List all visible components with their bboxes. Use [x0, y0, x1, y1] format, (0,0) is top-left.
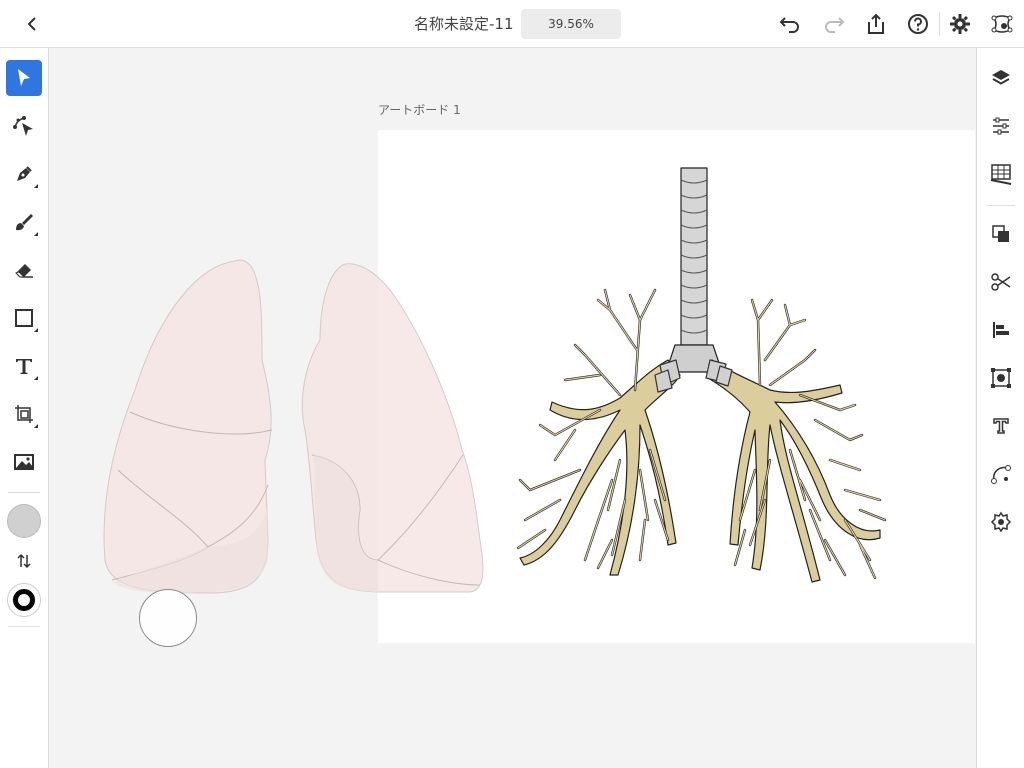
- preview-button[interactable]: [990, 12, 1014, 36]
- toolbar-divider: [987, 205, 1015, 206]
- toolbar-divider: [8, 492, 40, 493]
- shape-tool[interactable]: [6, 300, 42, 336]
- pen-tool[interactable]: [6, 156, 42, 192]
- redo-button[interactable]: [822, 12, 846, 36]
- redo-icon: [825, 17, 845, 33]
- submenu-indicator: [34, 424, 38, 428]
- grid-ruler-icon: [990, 164, 1012, 185]
- gear-icon: [950, 14, 970, 34]
- transform-tool[interactable]: [6, 396, 42, 432]
- left-toolbar: [0, 48, 49, 768]
- pen-nib-icon: [17, 166, 32, 181]
- submenu-indicator: [34, 376, 38, 380]
- undo-button[interactable]: [778, 12, 802, 36]
- eraser-tool[interactable]: [6, 252, 42, 288]
- eraser-icon: [15, 264, 33, 278]
- layers-button[interactable]: [989, 66, 1013, 90]
- right-main-bronchus[interactable]: [707, 359, 881, 583]
- repeat-grid-icon: [991, 368, 1011, 388]
- type-panel-icon: [993, 418, 1009, 434]
- path-button[interactable]: [989, 462, 1013, 486]
- touch-cursor-indicator: [139, 589, 197, 647]
- right-toolbar: [976, 48, 1024, 768]
- rectangle-icon: [15, 309, 33, 327]
- boolean-combine-icon: [992, 225, 1009, 242]
- stroke-ring-icon: [13, 589, 35, 611]
- fill-color-swatch[interactable]: [7, 504, 41, 538]
- image-icon: [14, 454, 34, 470]
- repeat-grid-button[interactable]: [989, 366, 1013, 390]
- share-icon: [868, 13, 884, 34]
- properties-button[interactable]: [989, 114, 1013, 138]
- text-tool[interactable]: [6, 348, 42, 384]
- toolbar-divider: [939, 12, 940, 36]
- type-panel-button[interactable]: [989, 414, 1013, 438]
- scissors-icon: [991, 273, 1011, 291]
- stroke-color-swatch[interactable]: [7, 583, 41, 617]
- submenu-indicator: [34, 232, 38, 236]
- layers-icon: [992, 70, 1010, 85]
- help-button[interactable]: [906, 12, 930, 36]
- type-t-icon: [16, 359, 32, 374]
- undo-icon: [779, 17, 799, 33]
- grid-button[interactable]: [989, 162, 1013, 186]
- help-icon: [908, 14, 928, 34]
- node-select-icon: [13, 116, 33, 136]
- image-tool[interactable]: [6, 444, 42, 480]
- align-button[interactable]: [989, 318, 1013, 342]
- swap-arrows-icon: [17, 553, 31, 569]
- canvas-artwork[interactable]: [49, 48, 975, 768]
- selection-tool[interactable]: [6, 60, 42, 96]
- document-title[interactable]: 名称未設定-11: [414, 13, 514, 34]
- arrow-cursor-icon: [18, 69, 30, 86]
- properties-sliders-icon: [993, 117, 1009, 135]
- back-button[interactable]: [18, 10, 46, 38]
- shape-settings-button[interactable]: [989, 510, 1013, 534]
- combine-button[interactable]: [989, 222, 1013, 246]
- cut-button[interactable]: [989, 270, 1013, 294]
- settings-shape-icon: [990, 511, 1012, 533]
- chevron-left-icon: [27, 17, 36, 31]
- swap-colors-button[interactable]: [14, 551, 34, 571]
- top-bar: 名称未設定-11 39.56%: [0, 0, 1024, 48]
- toolbar-divider: [8, 626, 40, 627]
- transform-icon: [15, 405, 33, 423]
- submenu-indicator: [34, 328, 38, 332]
- submenu-indicator: [34, 184, 38, 188]
- path-preview-icon: [991, 15, 1013, 33]
- direct-selection-tool[interactable]: [6, 108, 42, 144]
- brush-icon: [16, 214, 33, 231]
- share-button[interactable]: [864, 12, 888, 36]
- path-icon: [991, 465, 1011, 484]
- settings-button[interactable]: [948, 12, 972, 36]
- brush-tool[interactable]: [6, 204, 42, 240]
- lungs-illustration[interactable]: [103, 259, 484, 594]
- zoom-level[interactable]: 39.56%: [521, 9, 621, 39]
- bronchial-tree-illustration[interactable]: [516, 167, 887, 583]
- align-icon: [993, 322, 1009, 338]
